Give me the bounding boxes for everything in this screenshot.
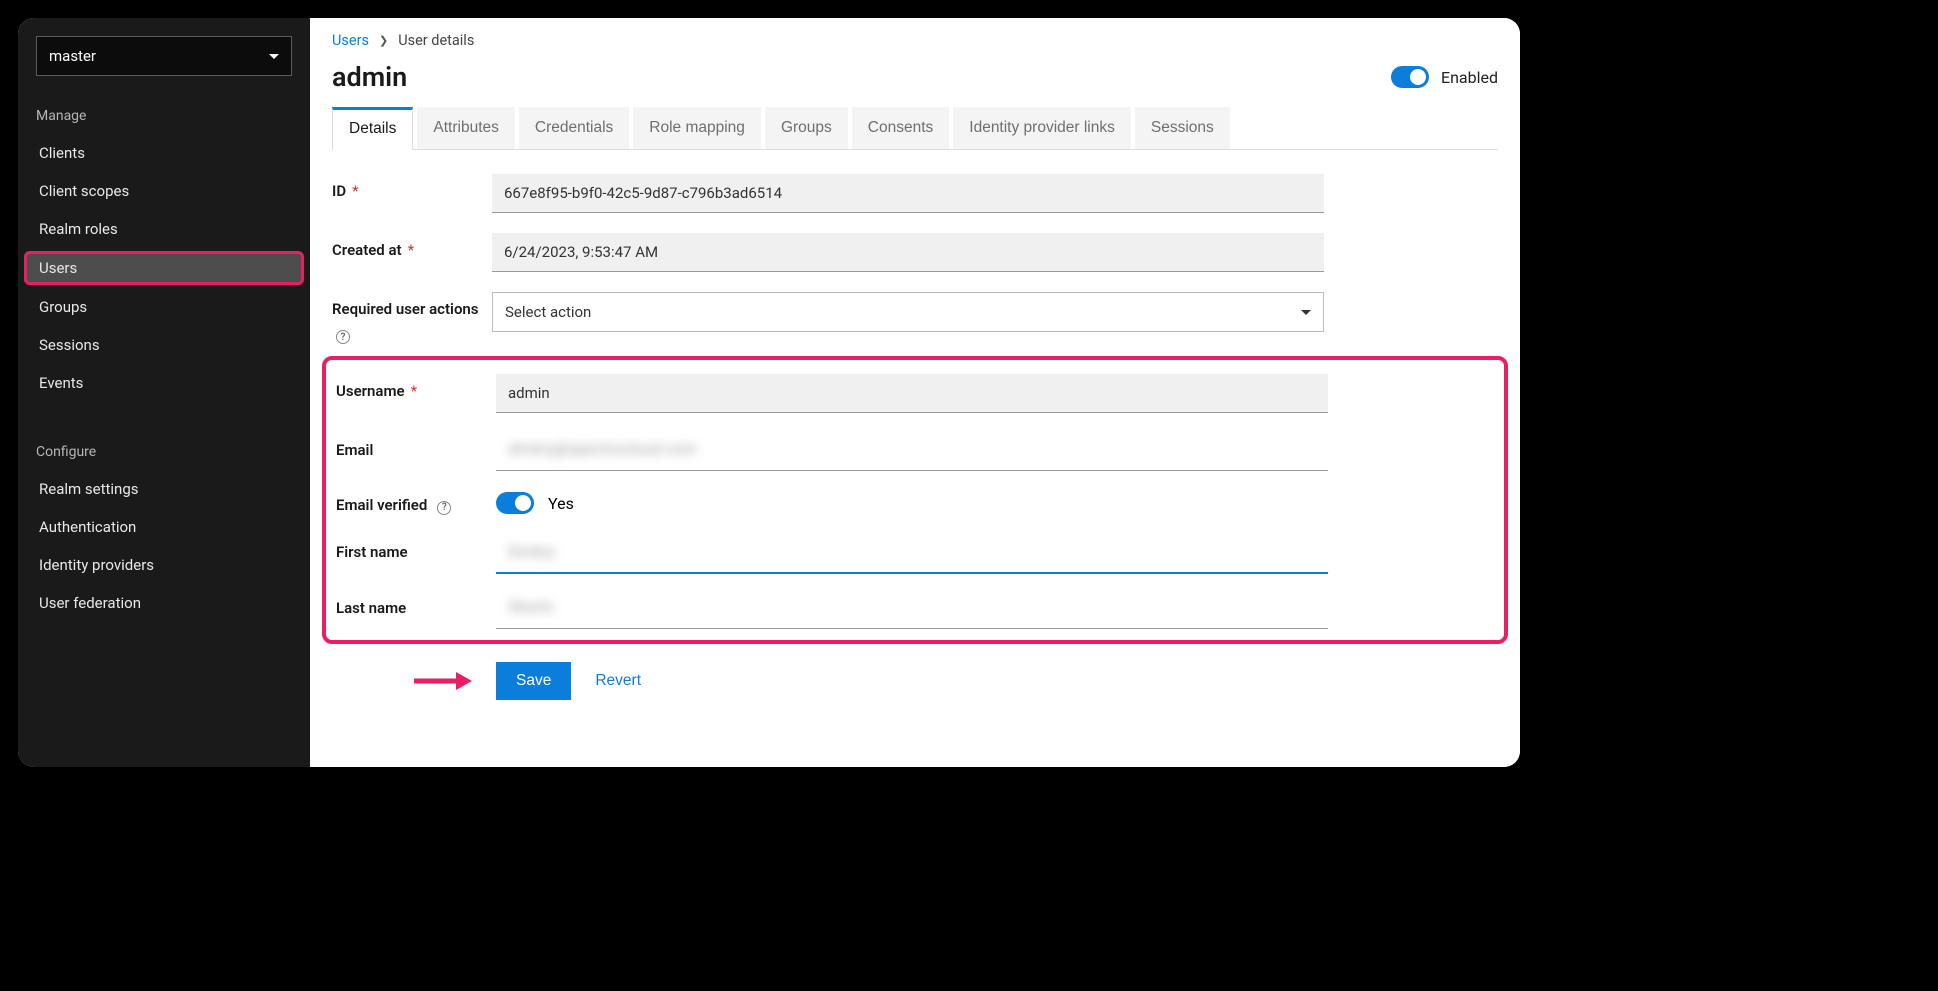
sidebar-item-client-scopes[interactable]: Client scopes: [18, 172, 310, 210]
sidebar-item-realm-roles[interactable]: Realm roles: [18, 210, 310, 248]
tab-groups[interactable]: Groups: [765, 107, 848, 149]
email-verified-toggle[interactable]: [496, 492, 534, 514]
required-indicator: *: [408, 241, 414, 259]
id-label: ID: [332, 182, 346, 200]
nav-section-manage: Manage: [18, 94, 310, 134]
app-frame: master Manage Clients Client scopes Real…: [18, 18, 1520, 767]
help-icon[interactable]: ?: [437, 501, 451, 515]
chevron-right-icon: ❯: [379, 34, 388, 47]
sidebar-item-sessions[interactable]: Sessions: [18, 326, 310, 364]
required-indicator: *: [411, 382, 417, 400]
email-field[interactable]: [496, 433, 1328, 471]
tab-credentials[interactable]: Credentials: [519, 107, 629, 149]
sidebar-item-clients[interactable]: Clients: [18, 134, 310, 172]
sidebar-item-authentication[interactable]: Authentication: [18, 508, 310, 546]
created-at-value: 6/24/2023, 9:53:47 AM: [492, 233, 1324, 272]
sidebar-item-groups[interactable]: Groups: [18, 288, 310, 326]
breadcrumb-current: User details: [398, 32, 474, 49]
email-verified-label: Email verified: [336, 496, 427, 514]
tab-role-mapping[interactable]: Role mapping: [633, 107, 761, 149]
tab-attributes[interactable]: Attributes: [417, 107, 514, 149]
last-name-label: Last name: [336, 599, 406, 617]
arrow-annotation-icon: [412, 670, 472, 692]
username-label: Username: [336, 382, 405, 400]
main-content: Users ❯ User details admin Enabled Detai…: [310, 18, 1520, 767]
last-name-field[interactable]: [496, 591, 1328, 629]
required-actions-placeholder: Select action: [505, 303, 591, 321]
email-verified-value: Yes: [548, 494, 574, 513]
sidebar-item-users[interactable]: Users: [24, 251, 304, 285]
tab-details[interactable]: Details: [332, 107, 413, 150]
tab-sessions[interactable]: Sessions: [1135, 107, 1230, 149]
tab-identity-provider-links[interactable]: Identity provider links: [953, 107, 1131, 149]
required-indicator: *: [352, 182, 358, 200]
breadcrumb-users-link[interactable]: Users: [332, 32, 369, 49]
breadcrumb: Users ❯ User details: [310, 18, 1520, 57]
tab-consents[interactable]: Consents: [852, 107, 949, 149]
save-button[interactable]: Save: [496, 662, 571, 700]
email-label: Email: [336, 441, 373, 459]
first-name-label: First name: [336, 543, 408, 561]
sidebar-item-identity-providers[interactable]: Identity providers: [18, 546, 310, 584]
required-actions-label: Required user actions: [332, 300, 479, 318]
username-field[interactable]: admin: [496, 374, 1328, 413]
page-title: admin: [332, 61, 407, 93]
sidebar: master Manage Clients Client scopes Real…: [18, 18, 310, 767]
tabs: Details Attributes Credentials Role mapp…: [332, 107, 1498, 150]
sidebar-item-realm-settings[interactable]: Realm settings: [18, 470, 310, 508]
nav-section-configure: Configure: [18, 430, 310, 470]
realm-selector-value: master: [49, 47, 96, 65]
revert-button[interactable]: Revert: [595, 672, 641, 690]
chevron-down-icon: [1301, 310, 1311, 315]
id-value: 667e8f95-b9f0-42c5-9d87-c796b3ad6514: [492, 174, 1324, 213]
chevron-down-icon: [269, 54, 279, 59]
sidebar-item-user-federation[interactable]: User federation: [18, 584, 310, 622]
sidebar-item-events[interactable]: Events: [18, 364, 310, 402]
required-actions-select[interactable]: Select action: [492, 292, 1324, 332]
help-icon[interactable]: ?: [336, 330, 350, 344]
details-form: ID * 667e8f95-b9f0-42c5-9d87-c796b3ad651…: [310, 150, 1520, 767]
first-name-field[interactable]: [496, 535, 1328, 574]
realm-selector[interactable]: master: [36, 36, 292, 76]
created-at-label: Created at: [332, 241, 402, 259]
enabled-toggle[interactable]: [1391, 66, 1429, 88]
highlighted-form-section: Username * admin Email dmitry@spectroclo…: [322, 356, 1508, 644]
enabled-label: Enabled: [1441, 68, 1498, 87]
